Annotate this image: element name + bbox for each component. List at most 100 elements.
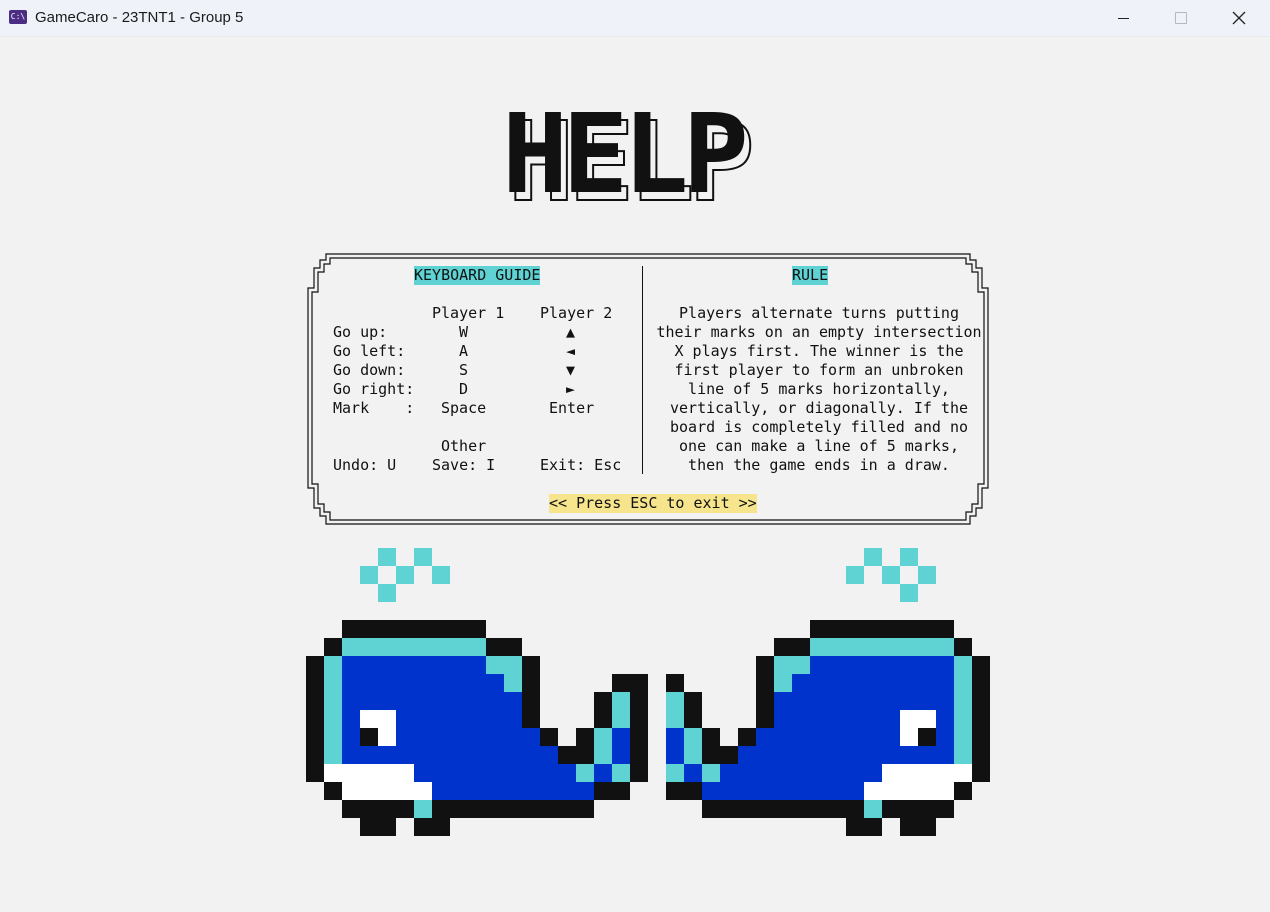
whale-pixel <box>468 692 486 710</box>
whale-pixel <box>432 818 450 836</box>
player1-key: S <box>459 361 469 379</box>
minimize-button[interactable] <box>1094 0 1152 36</box>
undo-hint: Undo: U <box>333 456 397 474</box>
whale-pixel <box>936 692 954 710</box>
whale-pixel <box>306 692 324 710</box>
whale-pixel <box>774 674 792 692</box>
whale-pixel <box>882 692 900 710</box>
whale-pixel <box>774 800 792 818</box>
whale-pixel <box>540 764 558 782</box>
whale-pixel <box>918 638 936 656</box>
whale-pixel <box>468 710 486 728</box>
whale-pixel <box>900 620 918 638</box>
whale-pixel <box>882 638 900 656</box>
whale-pixel <box>792 692 810 710</box>
whale-pixel <box>972 692 990 710</box>
whale-pixel <box>738 782 756 800</box>
whale-pixel <box>594 710 612 728</box>
whale-pixel <box>864 674 882 692</box>
help-logo-text-front: HELP <box>502 90 745 206</box>
player1-key: D <box>459 380 469 398</box>
rule-line: board is completely filled and no <box>669 418 968 436</box>
whale-pixel <box>936 764 954 782</box>
whale-pixel <box>846 746 864 764</box>
whale-pixel <box>468 800 486 818</box>
whale-pixel <box>936 638 954 656</box>
whale-pixel <box>378 674 396 692</box>
whale-pixel <box>324 782 342 800</box>
whale-pixel <box>954 728 972 746</box>
whale-pixel <box>378 692 396 710</box>
whale-pixel <box>918 692 936 710</box>
rule-line: first player to form an unbroken <box>674 361 964 379</box>
whale-pixel <box>918 746 936 764</box>
whale-pixel <box>846 620 864 638</box>
rule-line: X plays first. The winner is the <box>674 342 964 360</box>
whale-pixel <box>378 620 396 638</box>
whale-pixel <box>360 656 378 674</box>
whale-pixel <box>324 656 342 674</box>
whale-pixel <box>900 782 918 800</box>
whale-pixel <box>720 782 738 800</box>
whale-pixel <box>900 800 918 818</box>
whale-pixel <box>414 746 432 764</box>
whale-pixel <box>792 746 810 764</box>
whale-pixel <box>612 746 630 764</box>
whale-pixel <box>702 800 720 818</box>
rule-line: then the game ends in a draw. <box>688 456 950 474</box>
whale-pixel <box>864 818 882 836</box>
whale-pixel <box>666 692 684 710</box>
whale-pixel <box>774 692 792 710</box>
whale-pixel <box>756 764 774 782</box>
whale-pixel <box>900 728 918 746</box>
whale-pixel <box>882 746 900 764</box>
whale-pixel <box>900 656 918 674</box>
whale-pixel <box>774 746 792 764</box>
whale-pixel <box>414 638 432 656</box>
whale-pixel <box>666 710 684 728</box>
whale-pixel <box>972 764 990 782</box>
whale-pixel <box>810 728 828 746</box>
player2-key: ▼ <box>566 361 576 379</box>
whale-pixel <box>450 710 468 728</box>
whale-pixel <box>738 746 756 764</box>
whale-pixel <box>414 620 432 638</box>
whale-pixel <box>810 764 828 782</box>
whale-pixel <box>558 782 576 800</box>
whale-pixel <box>522 710 540 728</box>
whale-pixel <box>900 584 918 602</box>
player2-key: Enter <box>549 399 595 417</box>
whale-pixel <box>324 728 342 746</box>
whale-pixel <box>810 782 828 800</box>
whale-pixel <box>684 746 702 764</box>
whale-pixel <box>360 692 378 710</box>
whale-pixel <box>486 710 504 728</box>
whale-pixel <box>702 728 720 746</box>
whale-pixel <box>468 656 486 674</box>
whale-pixel <box>918 566 936 584</box>
close-button[interactable] <box>1210 0 1268 36</box>
whale-pixel <box>882 566 900 584</box>
whale-pixel <box>504 656 522 674</box>
whale-pixel <box>522 728 540 746</box>
whale-pixel <box>450 620 468 638</box>
whale-pixel <box>684 728 702 746</box>
whale-pixel <box>360 710 378 728</box>
maximize-button[interactable] <box>1152 0 1210 36</box>
whale-pixel <box>396 710 414 728</box>
whale-pixel <box>576 782 594 800</box>
whale-pixel <box>756 728 774 746</box>
whale-pixel <box>396 728 414 746</box>
whale-pixel <box>306 656 324 674</box>
whale-pixel <box>432 764 450 782</box>
whale-pixel <box>360 566 378 584</box>
whale-pixel <box>828 782 846 800</box>
whale-pixel <box>432 638 450 656</box>
whale-pixel <box>504 692 522 710</box>
whale-pixel <box>828 674 846 692</box>
whale-pixel <box>900 548 918 566</box>
whale-pixel <box>882 620 900 638</box>
whale-pixel <box>594 782 612 800</box>
whale-pixel <box>900 674 918 692</box>
whale-pixel <box>864 638 882 656</box>
